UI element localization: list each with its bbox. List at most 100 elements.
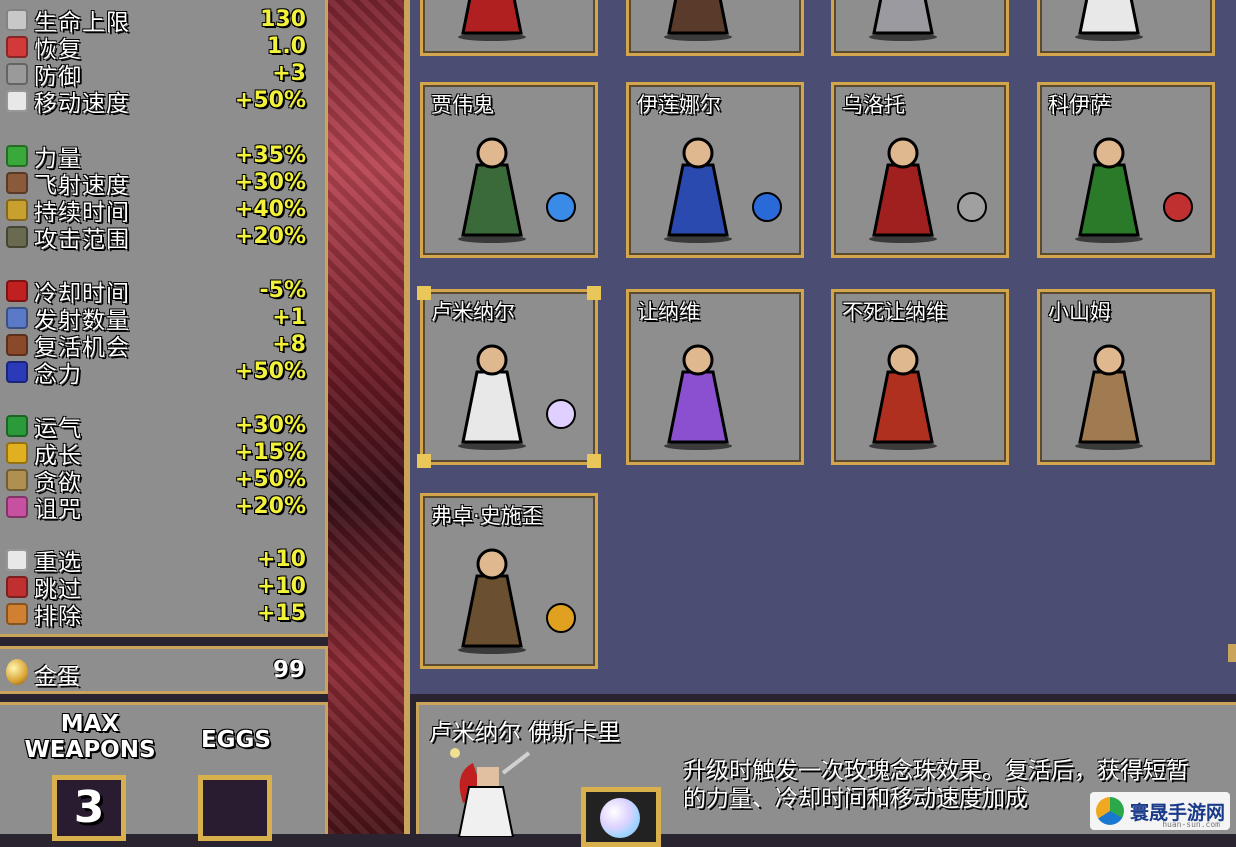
stat-label: 念力 xyxy=(34,361,82,388)
max-weapons-label: MAX WEAPONS xyxy=(24,711,156,763)
character-card[interactable]: 科伊萨 xyxy=(1037,82,1215,258)
stat-value: +8 xyxy=(272,332,306,357)
stat-value: 130 xyxy=(260,7,306,32)
character-sprite xyxy=(458,344,526,450)
stat-value: 1.0 xyxy=(267,34,306,59)
duration-icon xyxy=(6,198,28,221)
character-name: 伊莲娜尔 xyxy=(637,93,721,117)
party-horn-icon xyxy=(546,603,576,633)
stat-value: +50% xyxy=(234,467,306,492)
stat-label: 排除 xyxy=(34,603,82,630)
watermark-sub: huan-sun.com xyxy=(1162,820,1220,829)
max-weapons-value: 3 xyxy=(73,782,105,833)
stat-label: 移动速度 xyxy=(34,90,130,117)
stat-group: 重选 +10 跳过 +10 排除 +15 xyxy=(0,546,320,630)
stat-value: +10 xyxy=(256,547,306,572)
character-name: 让纳维 xyxy=(637,300,700,324)
character-sprite xyxy=(664,137,732,243)
magnet-icon xyxy=(6,360,28,383)
stat-row: 移动速度 +50% xyxy=(0,87,320,117)
heart-icon xyxy=(6,8,28,31)
character-sprite xyxy=(664,344,732,450)
character-card[interactable]: 让纳维 xyxy=(626,289,804,465)
selection-corner xyxy=(587,286,601,300)
stat-value: +3 xyxy=(272,61,306,86)
counters-panel: MAX WEAPONS EGGS 3 xyxy=(0,702,328,841)
cooldown-icon xyxy=(6,279,28,302)
stat-value: +40% xyxy=(234,197,306,222)
eggs-counter xyxy=(198,775,272,841)
character-card[interactable]: 小山姆 xyxy=(1037,289,1215,465)
character-grid: 贾伟鬼 伊莲娜尔 乌洛托 科伊萨卢米纳尔 让纳维 不死让纳维 小山姆弗卓·史施歪 xyxy=(410,0,1236,694)
stat-value: +15 xyxy=(256,601,306,626)
stat-value: +15% xyxy=(234,440,306,465)
character-name: 弗卓·史施歪 xyxy=(431,504,543,528)
character-name: 不死让纳维 xyxy=(842,300,947,324)
character-sprite xyxy=(1075,0,1143,41)
detail-character-portrait xyxy=(450,748,531,837)
character-name: 贾伟鬼 xyxy=(431,93,494,117)
skull-icon xyxy=(6,495,28,518)
staff-s-icon xyxy=(752,192,782,222)
character-sprite xyxy=(869,137,937,243)
character-card[interactable]: 乌洛托 xyxy=(831,82,1009,258)
stat-value: +20% xyxy=(234,224,306,249)
character-sprite xyxy=(869,0,937,41)
background-art xyxy=(328,0,408,834)
rainbow-orb-icon xyxy=(546,399,576,429)
character-name: 乌洛托 xyxy=(842,93,905,117)
selection-corner xyxy=(417,454,431,468)
blue-orbs-icon xyxy=(546,192,576,222)
character-card[interactable]: 卢米纳尔 xyxy=(417,286,601,468)
rainbow-orb-icon xyxy=(600,798,640,838)
heart-regen-icon xyxy=(6,35,28,58)
sword-icon xyxy=(957,192,987,222)
character-sprite xyxy=(1075,344,1143,450)
character-card[interactable]: 伊莲娜尔 xyxy=(626,82,804,258)
character-card[interactable] xyxy=(626,0,804,56)
stat-value: +20% xyxy=(234,494,306,519)
character-card[interactable]: 弗卓·史施歪 xyxy=(420,493,598,669)
character-sprite xyxy=(869,344,937,450)
stat-row: 念力 +50% xyxy=(0,358,320,388)
character-card[interactable]: 贾伟鬼 xyxy=(420,82,598,258)
character-detail-panel: 卢米纳尔 佛斯卡里 升级时触发一次玫瑰念珠效果。复活后，获得短暂的力量、冷却时间… xyxy=(416,702,1236,847)
stat-row: 排除 +15 xyxy=(0,600,320,630)
stat-row: 诅咒 +20% xyxy=(0,493,320,523)
character-card[interactable] xyxy=(1037,0,1215,56)
skip-icon xyxy=(6,575,28,598)
character-card[interactable] xyxy=(420,0,598,56)
armor-icon xyxy=(6,62,28,85)
character-name: 科伊萨 xyxy=(1048,93,1111,117)
crown-icon xyxy=(6,441,28,464)
stat-group: 生命上限 130 恢复 1.0 防御 +3 移动速度 +50% xyxy=(0,6,320,117)
max-weapons-counter: 3 xyxy=(52,775,126,841)
character-card[interactable]: 不死让纳维 xyxy=(831,289,1009,465)
stat-value: +10 xyxy=(256,574,306,599)
watermark-logo-icon xyxy=(1096,797,1124,825)
stat-value: -5% xyxy=(259,278,306,303)
scrollbar-handle[interactable] xyxy=(1228,644,1236,662)
stat-value: +30% xyxy=(234,170,306,195)
stat-value: +50% xyxy=(234,359,306,384)
clover-icon xyxy=(6,414,28,437)
gold-label: 金蛋 xyxy=(34,664,80,690)
selection-corner xyxy=(417,286,431,300)
revival-icon xyxy=(6,333,28,356)
stat-label: 诅咒 xyxy=(34,496,82,523)
stat-row: 攻击范围 +20% xyxy=(0,223,320,253)
character-card[interactable] xyxy=(831,0,1009,56)
gold-panel: 金蛋 99 xyxy=(0,646,328,694)
gold-egg-icon xyxy=(6,659,28,685)
reroll-icon xyxy=(6,548,28,571)
area-icon xyxy=(6,225,28,248)
watermark: 寰晟手游网 huan-sun.com xyxy=(1090,792,1230,830)
banish-icon xyxy=(6,602,28,625)
gold-value: 99 xyxy=(272,657,305,683)
arrow-icon xyxy=(1163,192,1193,222)
stat-group: 运气 +30% 成长 +15% 贪欲 +50% 诅咒 +20% xyxy=(0,412,320,523)
stat-label: 攻击范围 xyxy=(34,226,130,253)
character-sprite xyxy=(458,137,526,243)
wing-icon xyxy=(6,89,28,112)
character-name: 卢米纳尔 xyxy=(431,300,515,324)
